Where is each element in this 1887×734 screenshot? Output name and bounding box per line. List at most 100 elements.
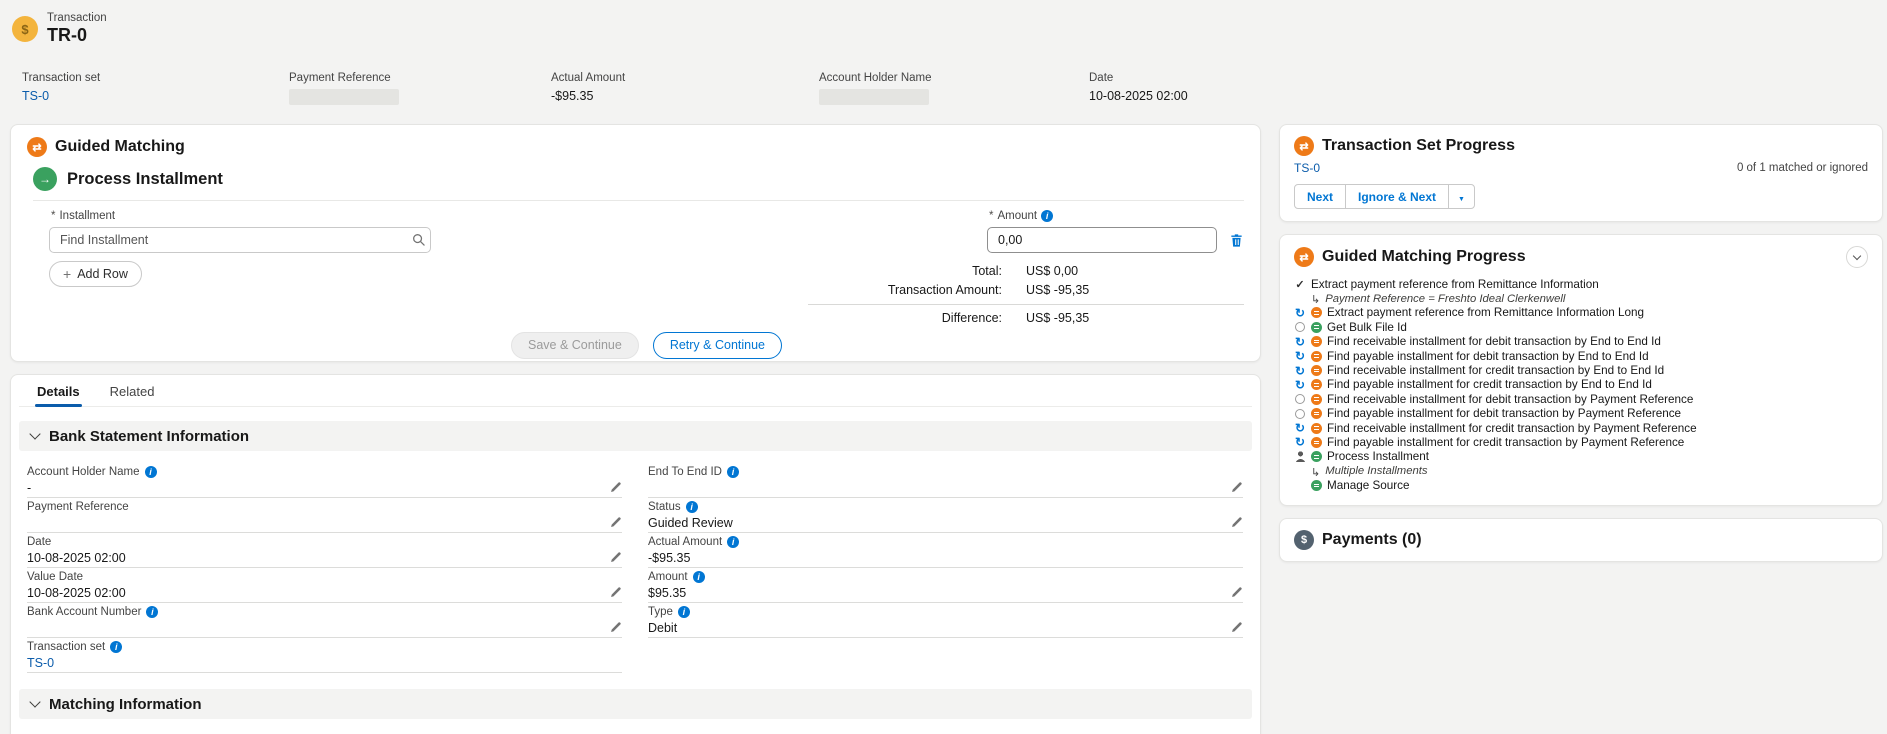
tab[interactable]: Related bbox=[108, 375, 157, 406]
placeholder-box bbox=[819, 89, 929, 105]
transaction-set-actions: Next Ignore & Next bbox=[1294, 184, 1475, 209]
progress-step: Manage Source bbox=[1294, 478, 1868, 492]
bank-statement-section-header[interactable]: Bank Statement Information bbox=[19, 421, 1252, 451]
save-continue-button[interactable]: Save & Continue bbox=[511, 332, 639, 359]
collapse-button[interactable] bbox=[1846, 246, 1868, 268]
step-sub-text: Multiple Installments bbox=[1325, 465, 1427, 477]
main-column: Guided Matching Process Installment * In… bbox=[10, 124, 1261, 734]
edit-button[interactable] bbox=[609, 481, 622, 494]
edit-button[interactable] bbox=[609, 516, 622, 529]
ignore-next-button[interactable]: Ignore & Next bbox=[1345, 184, 1449, 209]
field-value[interactable]: TS-0 bbox=[27, 656, 54, 670]
details-related-tabs: Details Related bbox=[19, 375, 1252, 407]
guided-matching-header: Guided Matching bbox=[27, 137, 1244, 157]
totals: Total: US$ 0,00 Transaction Amount: US$ … bbox=[808, 261, 1244, 328]
field: Transaction set TS-0 bbox=[27, 640, 622, 673]
installment-lookup-input[interactable] bbox=[49, 227, 431, 253]
tab-label: Related bbox=[110, 384, 155, 399]
amount-group: * Amount bbox=[987, 209, 1217, 253]
step-badge-icon bbox=[1311, 423, 1322, 434]
info-icon bbox=[145, 466, 157, 478]
transaction-set-progress-title: Transaction Set Progress bbox=[1322, 137, 1515, 155]
field-value: - bbox=[27, 481, 31, 495]
tab-label: Details bbox=[37, 384, 80, 399]
step-sub: Payment Reference = Freshto Ideal Clerke… bbox=[1311, 291, 1868, 305]
edit-button[interactable] bbox=[1230, 586, 1243, 599]
edit-button[interactable] bbox=[609, 621, 622, 634]
matching-fields: Account bbox=[19, 719, 1252, 734]
step-status-icon bbox=[1294, 393, 1306, 405]
guided-matching-title: Guided Matching bbox=[55, 138, 185, 156]
add-row-button[interactable]: Add Row bbox=[49, 261, 142, 287]
guided-matching-progress-title: Guided Matching Progress bbox=[1322, 248, 1526, 266]
total-row: Difference: US$ -95,35 bbox=[808, 304, 1244, 328]
pencil-icon bbox=[1230, 621, 1243, 634]
payments-card[interactable]: Payments (0) bbox=[1279, 518, 1883, 562]
total-value: US$ 0,00 bbox=[1002, 264, 1244, 278]
amount-label-text: Amount bbox=[997, 210, 1037, 222]
page: Transaction TR-0 Transaction set TS-0 Pa… bbox=[0, 0, 1887, 734]
guided-matching-progress-card: Guided Matching Progress Extract payment… bbox=[1279, 234, 1883, 506]
field: End To End ID bbox=[648, 465, 1243, 498]
step-label: Find receivable installment for credit t… bbox=[1327, 364, 1664, 377]
step-badge-icon bbox=[1311, 480, 1322, 491]
total-label: Total: bbox=[808, 264, 1002, 278]
delete-row-button[interactable] bbox=[1229, 233, 1244, 248]
edit-button[interactable] bbox=[609, 586, 622, 599]
ignore-next-dropdown-button[interactable] bbox=[1448, 184, 1475, 209]
next-button[interactable]: Next bbox=[1294, 184, 1346, 209]
progress-steps: Extract payment reference from Remittanc… bbox=[1294, 277, 1868, 493]
transaction-avatar-icon bbox=[12, 16, 38, 42]
header-field: Transaction set TS-0 bbox=[22, 72, 100, 103]
header-field-value[interactable]: TS-0 bbox=[22, 89, 100, 103]
step-status-icon bbox=[1294, 422, 1306, 434]
trash-icon bbox=[1229, 233, 1244, 248]
field-value: Guided Review bbox=[648, 516, 733, 530]
payments-icon bbox=[1294, 530, 1314, 550]
search-button[interactable] bbox=[412, 233, 425, 246]
step-status-icon bbox=[1294, 379, 1306, 391]
retry-continue-button[interactable]: Retry & Continue bbox=[653, 332, 782, 359]
step-sub: Multiple Installments bbox=[1311, 464, 1868, 478]
process-installment-title: Process Installment bbox=[67, 170, 223, 189]
guided-matching-card: Guided Matching Process Installment * In… bbox=[10, 124, 1261, 362]
installment-form: * Installment bbox=[49, 209, 1244, 359]
progress-step: Find payable installment for debit trans… bbox=[1294, 349, 1868, 363]
info-icon bbox=[678, 606, 690, 618]
progress-step: Find receivable installment for credit t… bbox=[1294, 421, 1868, 435]
header-field-label: Payment Reference bbox=[289, 72, 399, 84]
field: Actual Amount -$95.35 bbox=[648, 535, 1243, 568]
progress-step: Extract payment reference from Remittanc… bbox=[1294, 306, 1868, 320]
record-header: Transaction TR-0 bbox=[12, 12, 107, 46]
tab[interactable]: Details bbox=[35, 375, 82, 406]
step-badge-icon bbox=[1311, 394, 1322, 405]
edit-button[interactable] bbox=[1230, 621, 1243, 634]
chevron-down-icon bbox=[1458, 190, 1465, 204]
field-label: Actual Amount bbox=[648, 536, 722, 548]
field: Payment Reference bbox=[27, 500, 622, 533]
field-value: -$95.35 bbox=[648, 551, 690, 565]
progress-step: Extract payment reference from Remittanc… bbox=[1294, 277, 1868, 291]
field-value: 10-08-2025 02:00 bbox=[27, 551, 126, 565]
bank-fields-left: Account Holder Name - bbox=[27, 465, 622, 675]
plus-icon bbox=[63, 267, 71, 281]
step-sub-text: Payment Reference = Freshto Ideal Clerke… bbox=[1325, 293, 1565, 305]
edit-button[interactable] bbox=[1230, 516, 1243, 529]
page-title: TR-0 bbox=[47, 25, 107, 46]
step-label: Manage Source bbox=[1327, 479, 1410, 492]
step-label: Find payable installment for debit trans… bbox=[1327, 350, 1649, 363]
field-label: Date bbox=[27, 536, 51, 548]
transaction-set-progress-card: Transaction Set Progress TS-0 0 of 1 mat… bbox=[1279, 124, 1883, 222]
field-label: Payment Reference bbox=[27, 501, 129, 513]
info-icon bbox=[727, 466, 739, 478]
amount-input[interactable] bbox=[987, 227, 1217, 253]
transaction-set-link[interactable]: TS-0 bbox=[1294, 161, 1320, 175]
edit-button[interactable] bbox=[1230, 481, 1243, 494]
edit-button[interactable] bbox=[609, 551, 622, 564]
header-field-value: -$95.35 bbox=[551, 89, 625, 103]
matching-section-header[interactable]: Matching Information bbox=[19, 689, 1252, 719]
total-value: US$ -95,35 bbox=[1002, 311, 1244, 325]
step-status-icon bbox=[1294, 336, 1306, 348]
pencil-icon bbox=[1230, 586, 1243, 599]
step-badge-icon bbox=[1311, 322, 1322, 333]
